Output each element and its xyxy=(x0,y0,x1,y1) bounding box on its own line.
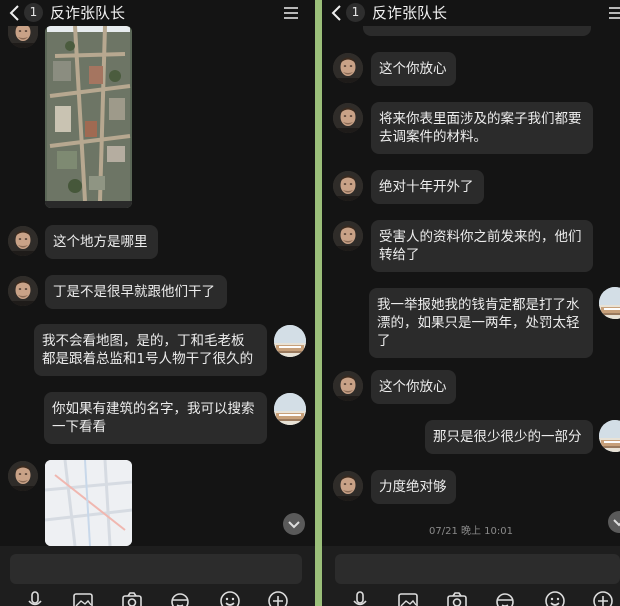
chat-title: 反诈张队长 xyxy=(50,4,126,22)
message-input[interactable] xyxy=(335,554,620,584)
self-avatar[interactable] xyxy=(274,393,306,425)
menu-icon[interactable] xyxy=(608,6,620,20)
map-screenshot-image[interactable] xyxy=(45,460,132,546)
message-timestamp: 07/21 晚上 10:01 xyxy=(429,526,513,537)
message-input[interactable] xyxy=(10,554,302,584)
avatar[interactable] xyxy=(8,461,38,491)
top-bar: 1 反诈张队长 xyxy=(0,0,315,26)
avatar[interactable] xyxy=(8,226,38,256)
message-bubble: 受害人的资料你之前发来的，他们 转给了 xyxy=(371,220,593,272)
emoji-icon[interactable] xyxy=(219,590,241,606)
sticker-icon[interactable] xyxy=(494,590,516,606)
avatar[interactable] xyxy=(333,371,363,401)
image-icon[interactable] xyxy=(397,590,419,606)
map-screenshot-image[interactable] xyxy=(45,26,132,208)
camera-icon[interactable] xyxy=(121,590,143,606)
scroll-down-button[interactable] xyxy=(283,513,305,535)
self-avatar[interactable] xyxy=(599,420,620,452)
self-avatar[interactable] xyxy=(599,287,620,319)
avatar[interactable] xyxy=(333,53,363,83)
chevron-left-icon[interactable] xyxy=(8,4,22,22)
chevron-down-icon xyxy=(288,521,300,529)
sticker-icon[interactable] xyxy=(169,590,191,606)
message-bubble: 这个地方是哪里 xyxy=(45,225,158,259)
message-bubble xyxy=(363,26,591,36)
self-avatar[interactable] xyxy=(274,325,306,357)
scroll-down-button[interactable] xyxy=(608,511,620,533)
microphone-icon[interactable] xyxy=(24,590,46,606)
message-bubble: 力度绝对够 xyxy=(371,470,456,504)
unread-badge: 1 xyxy=(346,3,365,22)
plus-icon[interactable] xyxy=(267,590,289,606)
chevron-left-icon[interactable] xyxy=(330,4,344,22)
message-bubble: 丁是不是很早就跟他们干了 xyxy=(45,275,227,309)
message-bubble-self: 我一举报她我的钱肯定都是打了水 漂的，如果只是一两年，处罚太轻 了 xyxy=(369,288,593,358)
avatar[interactable] xyxy=(8,26,38,48)
message-bubble: 这个你放心 xyxy=(371,370,456,404)
avatar[interactable] xyxy=(333,171,363,201)
message-bubble: 这个你放心 xyxy=(371,52,456,86)
chat-panel-right: 1 反诈张队长 这个你放心 将来你表里面涉及的案子我们都要 去调案件的材料。 绝… xyxy=(322,0,620,606)
input-bar xyxy=(0,546,315,606)
avatar[interactable] xyxy=(333,103,363,133)
plus-icon[interactable] xyxy=(592,590,614,606)
image-icon[interactable] xyxy=(72,590,94,606)
microphone-icon[interactable] xyxy=(349,590,371,606)
chevron-down-icon xyxy=(613,519,620,527)
unread-badge: 1 xyxy=(24,3,43,22)
message-bubble: 将来你表里面涉及的案子我们都要 去调案件的材料。 xyxy=(371,102,593,154)
avatar[interactable] xyxy=(8,276,38,306)
top-bar: 1 反诈张队长 xyxy=(322,0,620,26)
camera-icon[interactable] xyxy=(446,590,468,606)
message-bubble-self: 我不会看地图，是的，丁和毛老板 都是跟着总监和1号人物干了很久的 xyxy=(34,324,267,376)
message-bubble: 绝对十年开外了 xyxy=(371,170,484,204)
menu-icon[interactable] xyxy=(283,6,299,20)
message-bubble-self: 你如果有建筑的名字，我可以搜索 一下看看 xyxy=(44,392,267,444)
input-bar xyxy=(322,546,620,606)
chat-panel-left: 1 反诈张队长 这个地方是哪里 丁是不是很早就跟他们干了 我不会看地图，是的，丁… xyxy=(0,0,315,606)
avatar[interactable] xyxy=(333,221,363,251)
message-bubble-self: 那只是很少很少的一部分 xyxy=(425,420,593,454)
avatar[interactable] xyxy=(333,471,363,501)
emoji-icon[interactable] xyxy=(544,590,566,606)
chat-title: 反诈张队长 xyxy=(372,4,448,22)
